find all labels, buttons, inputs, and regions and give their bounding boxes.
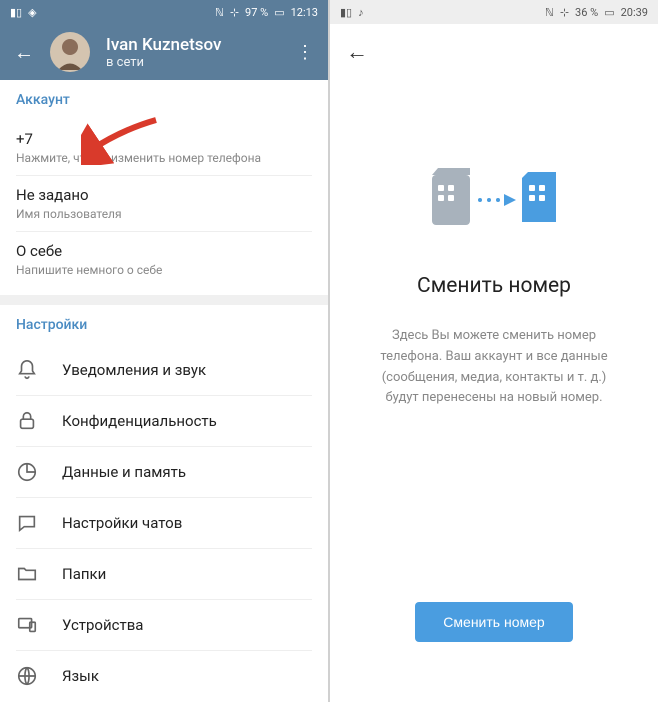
header: ← <box>330 24 658 80</box>
signal-icon: ▮▯ <box>10 6 22 19</box>
folder-icon <box>16 563 38 585</box>
nfc-icon: ℕ <box>215 6 224 19</box>
account-title: Аккаунт <box>16 92 312 108</box>
bell-icon <box>16 359 38 381</box>
main-content: Сменить номер Здесь Вы можете сменить но… <box>330 80 658 702</box>
pie-icon <box>16 461 38 483</box>
bluetooth-icon: ⊹ <box>230 6 239 19</box>
back-icon[interactable]: ← <box>14 40 34 65</box>
settings-title: Настройки <box>16 317 312 333</box>
language-label: Язык <box>62 667 99 685</box>
bio-value: О себе <box>16 242 312 260</box>
settings-screen: ▮▯ ◈ ℕ ⊹ 97 % ▭ 12:13 ← Ivan Kuznetsov в… <box>0 0 328 702</box>
profile-name: Ivan Kuznetsov <box>106 35 280 55</box>
chat-settings-row[interactable]: Настройки чатов <box>16 498 312 549</box>
avatar[interactable] <box>50 32 90 72</box>
folders-label: Папки <box>62 565 106 583</box>
phone-value: +7 <box>16 130 312 148</box>
change-number-screen: ▮▯ ♪ ℕ ⊹ 36 % ▭ 20:39 ← <box>330 0 658 702</box>
data-row[interactable]: Данные и память <box>16 447 312 498</box>
data-label: Данные и память <box>62 463 186 481</box>
battery-percent: 36 % <box>575 6 598 19</box>
status-bar: ▮▯ ◈ ℕ ⊹ 97 % ▭ 12:13 <box>0 0 328 24</box>
chat-settings-label: Настройки чатов <box>62 514 182 532</box>
tiktok-icon: ♪ <box>358 6 364 19</box>
notifications-label: Уведомления и звук <box>62 361 206 379</box>
settings-content: Аккаунт +7 Нажмите, чтобы изменить номер… <box>0 80 328 702</box>
signal-icon: ▮▯ <box>340 6 352 19</box>
lock-icon <box>16 410 38 432</box>
username-hint: Имя пользователя <box>16 207 312 221</box>
change-number-button[interactable]: Сменить номер <box>415 602 572 642</box>
battery-percent: 97 % <box>245 6 268 19</box>
bio-hint: Напишите немного о себе <box>16 263 312 277</box>
battery-icon: ▭ <box>604 6 614 19</box>
username-row[interactable]: Не задано Имя пользователя <box>16 176 312 232</box>
privacy-row[interactable]: Конфиденциальность <box>16 396 312 447</box>
nfc-icon: ℕ <box>545 6 554 19</box>
bio-row[interactable]: О себе Напишите немного о себе <box>16 232 312 287</box>
bluetooth-icon: ⊹ <box>560 6 569 19</box>
back-icon[interactable]: ← <box>346 39 368 65</box>
account-section: Аккаунт +7 Нажмите, чтобы изменить номер… <box>0 80 328 295</box>
battery-icon: ▭ <box>274 6 284 19</box>
privacy-label: Конфиденциальность <box>62 412 217 430</box>
page-description: Здесь Вы можете сменить номер телефона. … <box>364 326 624 409</box>
wifi-icon: ◈ <box>28 6 36 19</box>
status-bar: ▮▯ ♪ ℕ ⊹ 36 % ▭ 20:39 <box>330 0 658 24</box>
more-icon[interactable]: ⋮ <box>296 42 314 63</box>
profile-header: ← Ivan Kuznetsov в сети ⋮ <box>0 24 328 80</box>
phone-row[interactable]: +7 Нажмите, чтобы изменить номер телефон… <box>16 120 312 176</box>
folders-row[interactable]: Папки <box>16 549 312 600</box>
devices-icon <box>16 614 38 636</box>
clock: 12:13 <box>291 6 318 19</box>
chat-icon <box>16 512 38 534</box>
devices-label: Устройства <box>62 616 143 634</box>
clock: 20:39 <box>621 6 648 19</box>
globe-icon <box>16 665 38 687</box>
profile-status: в сети <box>106 55 280 70</box>
username-value: Не задано <box>16 186 312 204</box>
settings-section: Настройки Уведомления и звук Конфиденциа… <box>0 305 328 702</box>
notifications-row[interactable]: Уведомления и звук <box>16 345 312 396</box>
language-row[interactable]: Язык <box>16 651 312 701</box>
phone-hint: Нажмите, чтобы изменить номер телефона <box>16 151 312 165</box>
sim-transfer-illustration <box>424 160 564 244</box>
devices-row[interactable]: Устройства <box>16 600 312 651</box>
page-title: Сменить номер <box>417 274 571 298</box>
